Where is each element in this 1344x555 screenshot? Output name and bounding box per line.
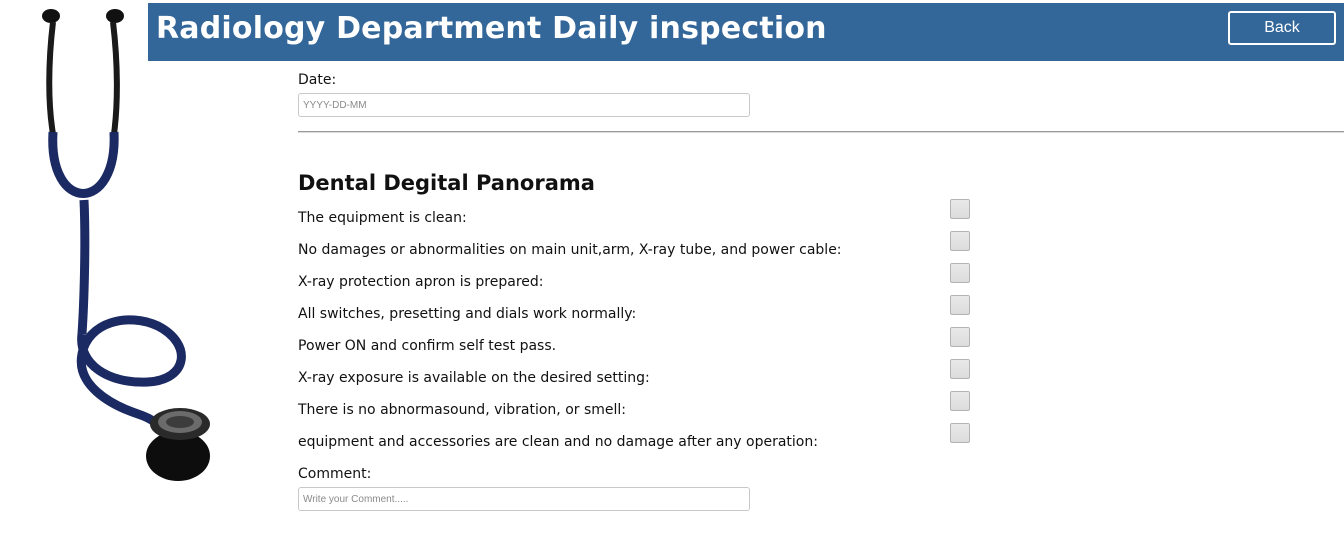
checklist-item: X-ray exposure is available on the desir… (298, 359, 978, 392)
checklist-item: No damages or abnormalities on main unit… (298, 231, 978, 264)
comment-input[interactable] (298, 487, 750, 511)
date-input[interactable] (298, 93, 750, 117)
checklist-checkbox[interactable] (950, 327, 970, 347)
checklist-item-label: Power ON and confirm self test pass. (298, 338, 557, 354)
checklist-item: Power ON and confirm self test pass. (298, 327, 978, 360)
checklist-checkbox[interactable] (950, 391, 970, 411)
page-title: Radiology Department Daily inspection (156, 11, 827, 46)
section-divider (298, 131, 1344, 132)
checklist-item: X-ray protection apron is prepared: (298, 263, 978, 296)
header-bar: Radiology Department Daily inspection Ba… (148, 3, 1344, 61)
comment-label: Comment: (298, 466, 372, 482)
stethoscope-image (42, 9, 210, 481)
checklist-item: There is no abnormasound, vibration, or … (298, 391, 978, 424)
checklist-item-label: X-ray exposure is available on the desir… (298, 370, 650, 386)
checklist-item: All switches, presetting and dials work … (298, 295, 978, 328)
checklist-item-label: X-ray protection apron is prepared: (298, 274, 544, 290)
checklist-item-label: The equipment is clean: (298, 210, 467, 226)
checklist-item-label: There is no abnormasound, vibration, or … (298, 402, 627, 418)
checklist-checkbox[interactable] (950, 263, 970, 283)
checklist-item: equipment and accessories are clean and … (298, 423, 978, 456)
checklist-checkbox[interactable] (950, 423, 970, 443)
checklist-checkbox[interactable] (950, 295, 970, 315)
section-title: Dental Degital Panorama (298, 171, 595, 195)
back-button[interactable]: Back (1228, 11, 1336, 45)
checklist-checkbox[interactable] (950, 199, 970, 219)
date-label: Date: (298, 72, 337, 88)
checklist-checkbox[interactable] (950, 231, 970, 251)
checklist-item-label: equipment and accessories are clean and … (298, 434, 818, 450)
checklist-checkbox[interactable] (950, 359, 970, 379)
checklist-item-label: All switches, presetting and dials work … (298, 306, 637, 322)
checklist-item-label: No damages or abnormalities on main unit… (298, 242, 842, 258)
checklist-item: The equipment is clean: (298, 199, 978, 232)
